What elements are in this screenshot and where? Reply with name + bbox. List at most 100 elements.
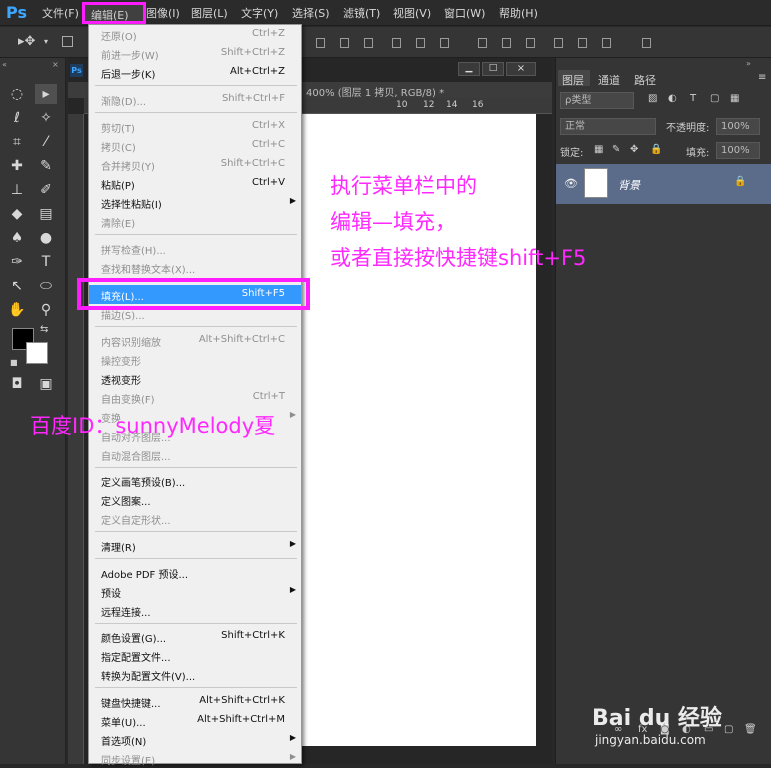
filter-shape-icon[interactable]: ▢	[710, 93, 719, 104]
collapse-toolbox-icon[interactable]: «	[2, 60, 7, 69]
menu-item-copy-merged[interactable]: 合并拷贝(Y) Shift+Ctrl+C	[89, 155, 301, 174]
tool-preset-dropdown-icon[interactable]: ▾	[44, 37, 48, 46]
zoom-tool-icon[interactable]: ⚲	[35, 300, 57, 320]
fill-input[interactable]: 100%	[716, 142, 760, 159]
menu-item-step-backward[interactable]: 后退一步(K) Alt+Ctrl+Z	[89, 63, 301, 82]
history-brush-icon[interactable]: ✐	[35, 180, 57, 200]
blur-tool-icon[interactable]: ♠	[6, 228, 28, 248]
tab-layers[interactable]: 图层	[562, 72, 584, 88]
menu-item-define-pattern[interactable]: 定义图案...	[89, 490, 301, 509]
healing-brush-icon[interactable]: ✚	[6, 156, 28, 176]
move-tool-icon[interactable]: ▸	[35, 84, 57, 104]
lock-transparent-icon[interactable]: ▦	[594, 144, 603, 155]
menu-item-step-forward[interactable]: 前进一步(W) Shift+Ctrl+Z	[89, 44, 301, 63]
maximize-button[interactable]: □	[482, 62, 504, 76]
filter-pixel-icon[interactable]: ▨	[648, 93, 657, 104]
menu-help[interactable]: 帮助(H)	[499, 5, 538, 21]
align-top-icon[interactable]	[316, 38, 325, 48]
screen-mode-icon[interactable]: ▣	[35, 374, 57, 394]
filter-type-icon[interactable]: T	[690, 93, 696, 104]
menu-item-color-settings[interactable]: 颜色设置(G)... Shift+Ctrl+K	[89, 627, 301, 646]
menu-item-presets[interactable]: 预设 ▶	[89, 582, 301, 601]
menu-window[interactable]: 窗口(W)	[444, 5, 485, 21]
menu-filter[interactable]: 滤镜(T)	[343, 5, 380, 21]
move-tool-icon[interactable]: ▸✥	[18, 34, 35, 49]
filter-smart-object-icon[interactable]: ▦	[730, 93, 739, 104]
menu-item-menus[interactable]: 菜单(U)... Alt+Shift+Ctrl+M	[89, 711, 301, 730]
visibility-eye-icon[interactable]: 👁	[564, 177, 578, 190]
type-tool-icon[interactable]: T	[35, 252, 57, 272]
layer-name[interactable]: 背景	[618, 177, 640, 193]
align-right-icon[interactable]	[440, 38, 449, 48]
menu-item-convert-profile[interactable]: 转换为配置文件(V)...	[89, 665, 301, 684]
gradient-icon[interactable]: ▤	[35, 204, 57, 224]
crop-tool-icon[interactable]: ⌗	[6, 132, 28, 152]
align-hcenter-icon[interactable]	[416, 38, 425, 48]
menu-item-sync-settings[interactable]: 同步设置(E) ▶	[89, 749, 301, 768]
menu-item-auto-blend[interactable]: 自动混合图层...	[89, 445, 301, 464]
menu-item-copy[interactable]: 拷贝(C) Ctrl+C	[89, 136, 301, 155]
menu-item-remote-connections[interactable]: 远程连接...	[89, 601, 301, 620]
menu-item-puppet-warp[interactable]: 操控变形	[89, 350, 301, 369]
menu-image[interactable]: 图像(I)	[146, 5, 180, 21]
auto-select-checkbox[interactable]	[62, 36, 73, 47]
background-color-swatch[interactable]	[26, 342, 48, 364]
hand-tool-icon[interactable]: ✋	[6, 300, 28, 320]
dodge-tool-icon[interactable]: ●	[35, 228, 57, 248]
distribute-vcenter-icon[interactable]	[502, 38, 511, 48]
menu-item-find-replace[interactable]: 查找和替换文本(X)...	[89, 258, 301, 277]
menu-item-purge[interactable]: 清理(R) ▶	[89, 536, 301, 555]
menu-item-preferences[interactable]: 首选项(N) ▶	[89, 730, 301, 749]
menu-select[interactable]: 选择(S)	[292, 5, 330, 21]
menu-view[interactable]: 视图(V)	[393, 5, 431, 21]
distribute-left-icon[interactable]	[554, 38, 563, 48]
eraser-icon[interactable]: ◆	[6, 204, 28, 224]
path-selection-icon[interactable]: ↖	[6, 276, 28, 296]
menu-item-pdf-presets[interactable]: Adobe PDF 预设...	[89, 563, 301, 582]
distribute-top-icon[interactable]	[478, 38, 487, 48]
distribute-bottom-icon[interactable]	[526, 38, 535, 48]
blend-mode-select[interactable]: 正常	[560, 118, 656, 135]
layer-row-background[interactable]: 👁 背景 🔒	[556, 164, 771, 204]
close-window-button[interactable]: ×	[506, 62, 536, 76]
menu-file[interactable]: 文件(F)	[42, 5, 79, 21]
distribute-right-icon[interactable]	[602, 38, 611, 48]
default-colors-icon[interactable]: ■	[10, 358, 18, 367]
menu-item-define-brush[interactable]: 定义画笔预设(B)...	[89, 471, 301, 490]
collapse-panel-icon[interactable]: »	[746, 59, 751, 68]
brush-tool-icon[interactable]: ✎	[35, 156, 57, 176]
align-vcenter-icon[interactable]	[340, 38, 349, 48]
filter-adjustment-icon[interactable]: ◐	[668, 93, 677, 104]
opacity-input[interactable]: 100%	[716, 118, 760, 135]
menu-item-perspective-warp[interactable]: 透视变形	[89, 369, 301, 388]
menu-type[interactable]: 文字(Y)	[241, 5, 278, 21]
menu-item-cut[interactable]: 剪切(T) Ctrl+X	[89, 117, 301, 136]
auto-align-icon[interactable]	[642, 38, 651, 48]
delete-layer-icon[interactable]: 🗑	[744, 724, 757, 735]
quick-mask-icon[interactable]: ◘	[6, 374, 28, 394]
clone-stamp-icon[interactable]: ⊥	[6, 180, 28, 200]
menu-item-content-aware-scale[interactable]: 内容识别缩放 Alt+Shift+Ctrl+C	[89, 331, 301, 350]
lock-all-icon[interactable]: 🔒	[650, 144, 662, 155]
menu-item-assign-profile[interactable]: 指定配置文件...	[89, 646, 301, 665]
menu-item-undo[interactable]: 还原(O) Ctrl+Z	[89, 25, 301, 44]
lock-image-icon[interactable]: ✎	[612, 144, 620, 155]
menu-item-keyboard-shortcuts[interactable]: 键盘快捷键... Alt+Shift+Ctrl+K	[89, 692, 301, 711]
magic-wand-icon[interactable]: ✧	[35, 108, 57, 128]
lasso-tool-icon[interactable]: ℓ	[6, 108, 28, 128]
marquee-tool-icon[interactable]: ◌	[6, 84, 28, 104]
eyedropper-icon[interactable]: ⁄	[35, 132, 57, 152]
menu-item-paste-special[interactable]: 选择性粘贴(I) ▶	[89, 193, 301, 212]
menu-item-paste[interactable]: 粘贴(P) Ctrl+V	[89, 174, 301, 193]
swap-colors-icon[interactable]: ⇆	[40, 324, 48, 335]
distribute-hcenter-icon[interactable]	[578, 38, 587, 48]
close-toolbox-icon[interactable]: ×	[52, 60, 59, 69]
menu-item-check-spelling[interactable]: 拼写检查(H)...	[89, 239, 301, 258]
pen-tool-icon[interactable]: ✑	[6, 252, 28, 272]
menu-item-free-transform[interactable]: 自由变换(F) Ctrl+T	[89, 388, 301, 407]
align-left-icon[interactable]	[392, 38, 401, 48]
tab-paths[interactable]: 路径	[634, 72, 656, 88]
minimize-button[interactable]: ▁	[458, 62, 480, 76]
lock-position-icon[interactable]: ✥	[630, 144, 638, 155]
tab-channels[interactable]: 通道	[598, 72, 620, 88]
